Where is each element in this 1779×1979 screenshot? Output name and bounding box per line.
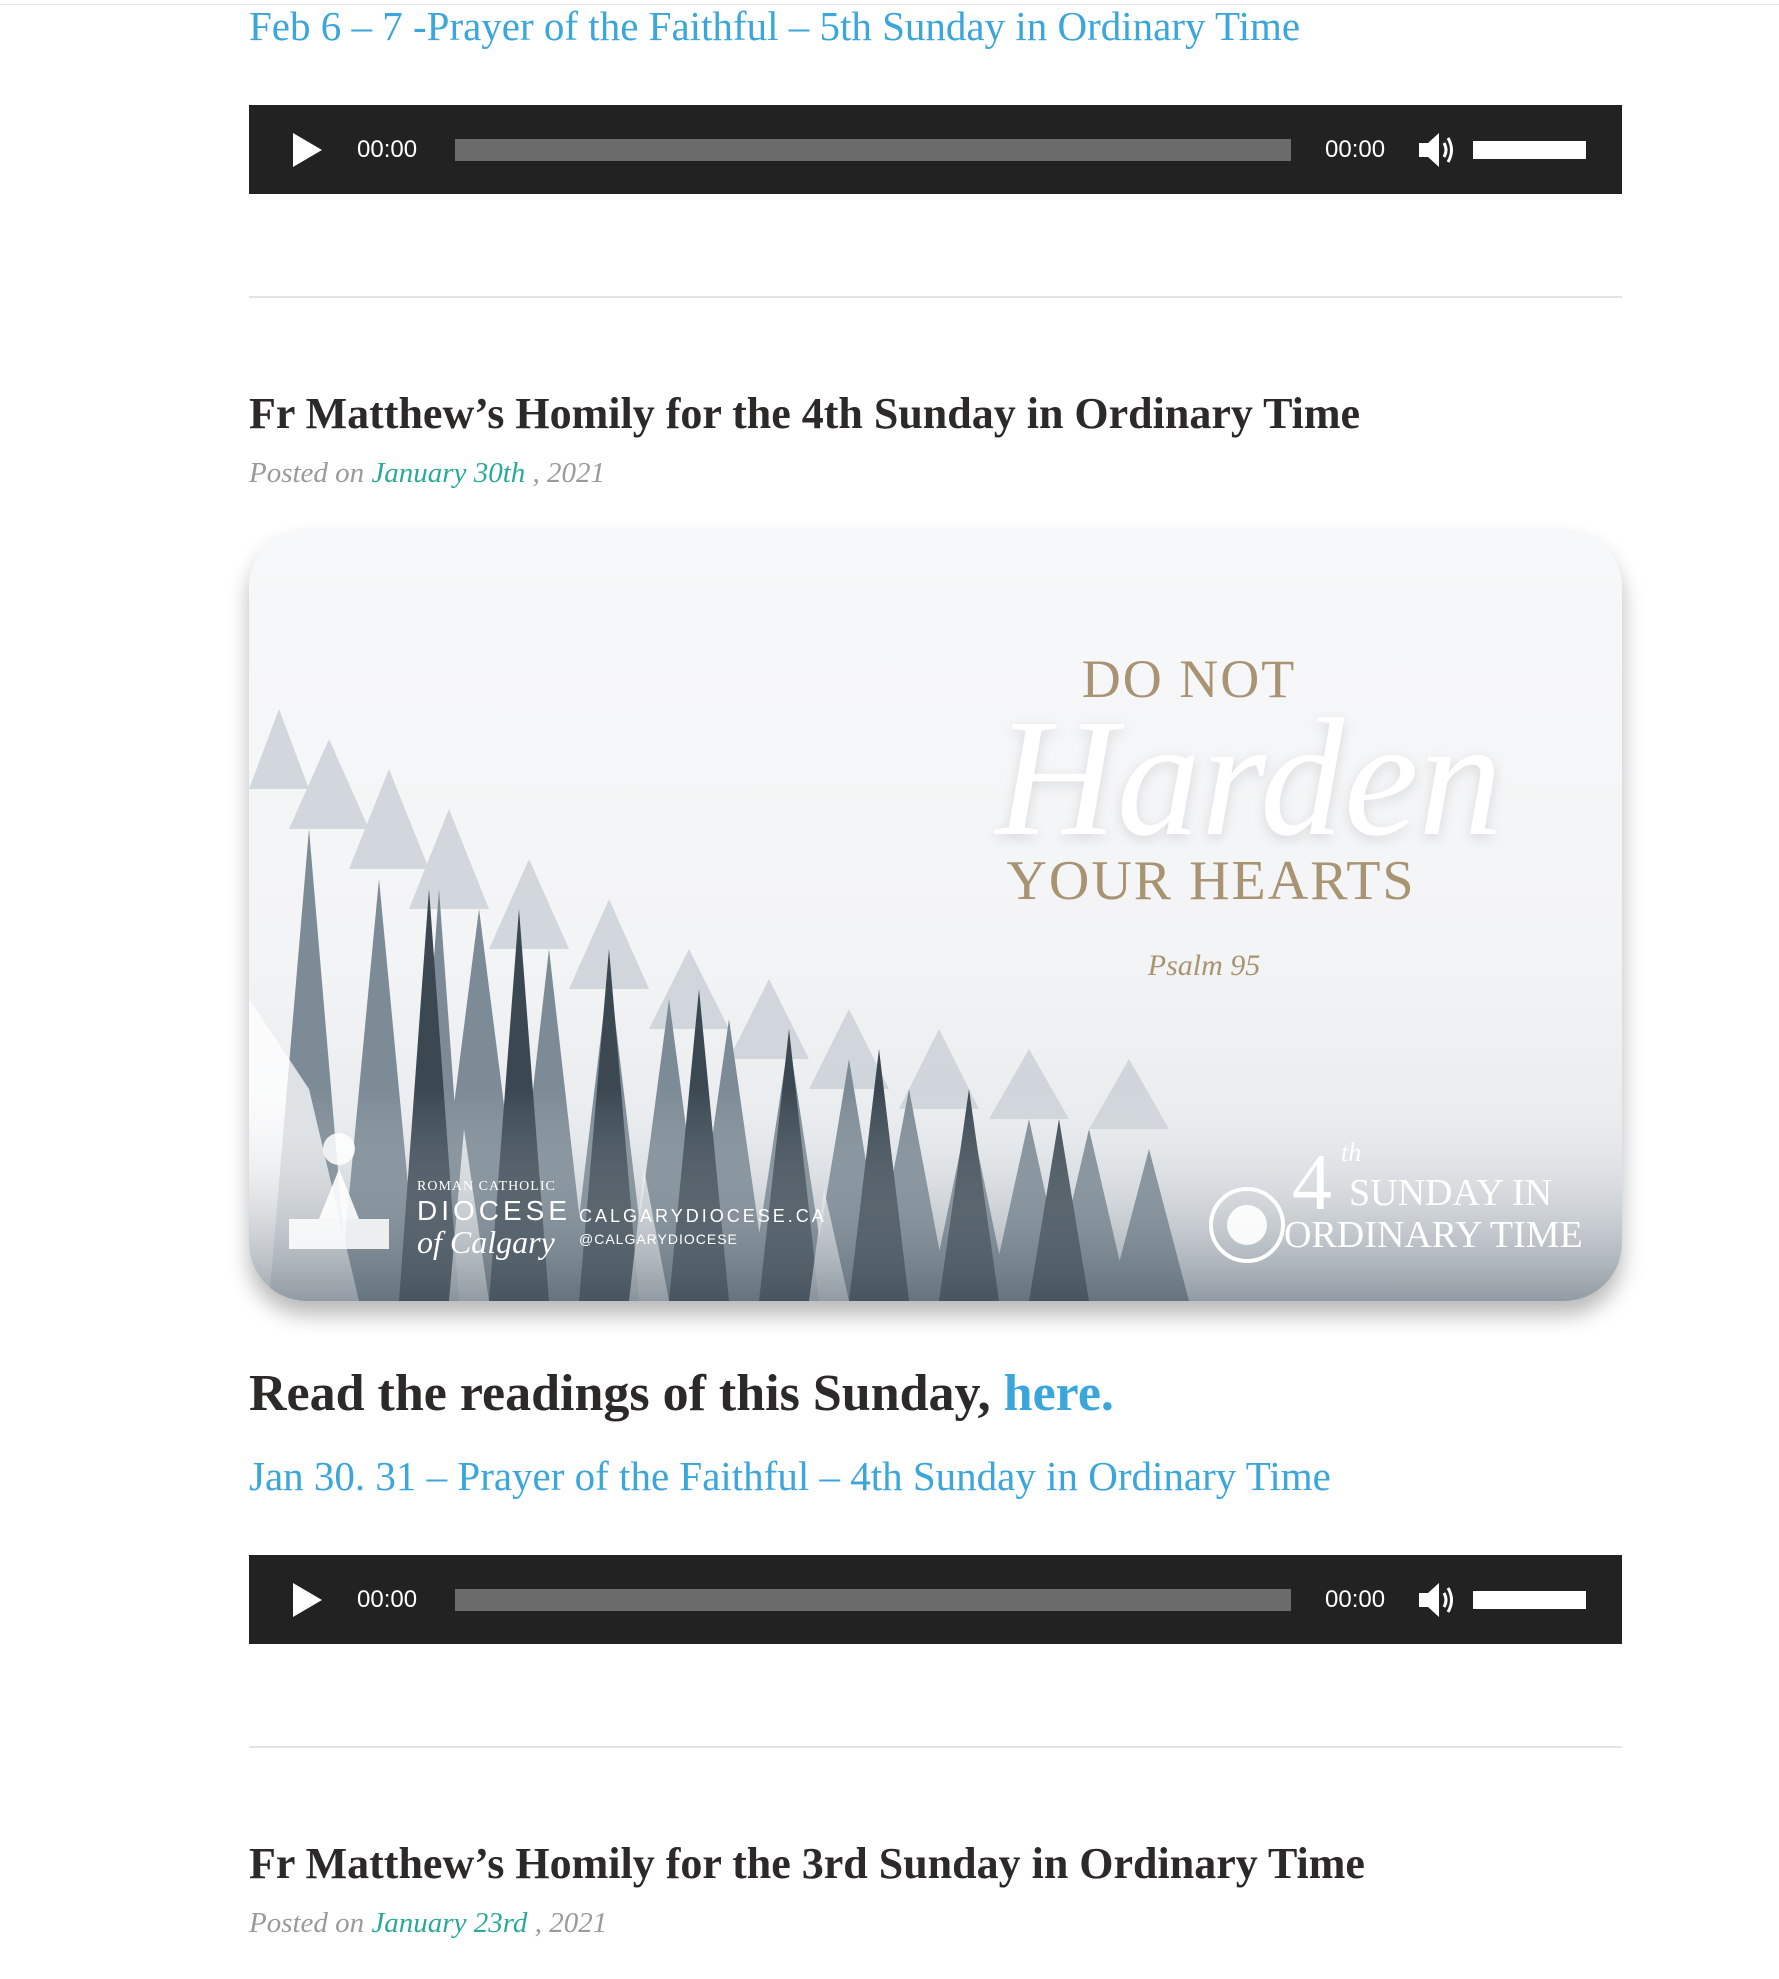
badge-sup: th	[1341, 1138, 1361, 1167]
badge-line2: ORDINARY TIME	[1284, 1214, 1583, 1256]
post-divider	[249, 296, 1622, 298]
volume-level	[1473, 1591, 1586, 1609]
audio-player-4th-sunday: 00:00 00:00	[249, 1555, 1622, 1644]
post-title-3rd-sunday[interactable]: Fr Matthew’s Homily for the 3rd Sunday i…	[249, 1837, 1365, 1891]
volume-level	[1473, 141, 1586, 159]
posted-on-label: Posted on	[249, 1907, 365, 1939]
audio-download-link-5th-sunday[interactable]: Feb 6 – 7 -Prayer of the Faithful – 5th …	[249, 1, 1300, 51]
audio-player-5th-sunday: 00:00 00:00	[249, 105, 1622, 194]
play-icon[interactable]	[293, 133, 322, 167]
page: Feb 6 – 7 -Prayer of the Faithful – 5th …	[0, 0, 1779, 1979]
audio-download-link-4th-sunday[interactable]: Jan 30. 31 – Prayer of the Faithful – 4t…	[249, 1451, 1331, 1501]
posted-on-label: Posted on	[249, 457, 365, 489]
volume-mute-icon[interactable]	[1417, 129, 1461, 171]
logo-diocese: DIOCESE	[417, 1195, 571, 1226]
featured-image-do-not-harden: DO NOT Harden YOUR HEARTS Psalm 95 4 th …	[249, 529, 1622, 1301]
readings-text: Read the readings of this Sunday,	[249, 1365, 1004, 1422]
post-date-link[interactable]: January 23rd	[371, 1907, 527, 1939]
seek-bar[interactable]	[455, 1589, 1291, 1611]
volume-mute-icon[interactable]	[1417, 1579, 1461, 1621]
image-text-citation: Psalm 95	[1147, 949, 1261, 982]
post-year: , 2021	[532, 457, 606, 489]
logo-website: CALGARYDIOCESE.CA	[579, 1206, 827, 1226]
duration-time: 00:00	[1325, 136, 1386, 163]
current-time: 00:00	[357, 1586, 418, 1613]
play-icon[interactable]	[293, 1583, 322, 1617]
logo-roman-catholic: ROMAN CATHOLIC	[417, 1179, 556, 1194]
image-text-your-hearts: YOUR HEARTS	[1006, 850, 1415, 912]
image-text-harden: Harden	[993, 685, 1502, 871]
readings-heading: Read the readings of this Sunday, here.	[249, 1361, 1114, 1427]
duration-time: 00:00	[1325, 1586, 1386, 1613]
current-time: 00:00	[357, 136, 418, 163]
volume-slider[interactable]	[1473, 1591, 1586, 1609]
badge-line1: SUNDAY IN	[1349, 1172, 1552, 1214]
readings-here-link[interactable]: here.	[1004, 1365, 1114, 1422]
seek-bar[interactable]	[455, 139, 1291, 161]
logo-social: @CALGARYDIOCESE	[579, 1231, 738, 1247]
volume-slider[interactable]	[1473, 141, 1586, 159]
post-meta-4th-sunday: Posted on January 30th , 2021	[249, 455, 605, 491]
post-title-4th-sunday[interactable]: Fr Matthew’s Homily for the 4th Sunday i…	[249, 387, 1360, 441]
post-divider	[249, 1746, 1622, 1748]
post-meta-3rd-sunday: Posted on January 23rd , 2021	[249, 1905, 607, 1941]
post-year: , 2021	[534, 1907, 608, 1939]
post-date-link[interactable]: January 30th	[371, 457, 525, 489]
logo-of-calgary: of Calgary	[417, 1224, 556, 1260]
